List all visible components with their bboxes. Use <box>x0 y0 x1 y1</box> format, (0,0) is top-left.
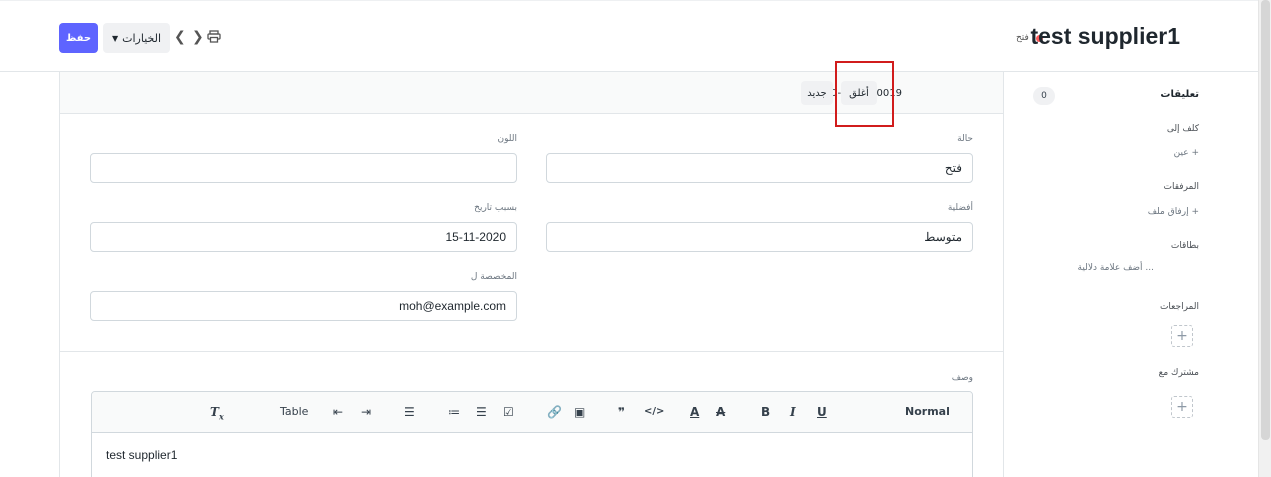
assign-label: كلف إلى <box>1166 124 1199 134</box>
attachments-label: المرفقات <box>1163 182 1199 192</box>
indent-icon[interactable]: ⇥ <box>361 404 371 420</box>
scrollbar-thumb[interactable] <box>1261 0 1270 440</box>
caret-down-icon: ▼ <box>111 33 119 43</box>
image-icon[interactable]: ▣ <box>574 404 585 420</box>
code-icon[interactable]: </> <box>644 404 664 420</box>
underline-icon[interactable]: U <box>817 404 827 420</box>
page-header: حفظ ▼ الخيارات ❮ ❯ فتح test supplier1 <box>0 0 1258 72</box>
outdent-icon[interactable]: ⇤ <box>333 404 343 420</box>
checklist-icon[interactable]: ☑ <box>503 404 514 420</box>
align-icon[interactable]: ☰ <box>404 404 415 420</box>
ordered-list-icon[interactable]: ≔ <box>448 404 460 420</box>
due-date-field[interactable]: 15-11-2020 <box>90 222 517 252</box>
tags-label: بطاقات <box>1170 241 1199 251</box>
plus-icon: + <box>1176 399 1188 415</box>
form-card: ORD-2020-00019 أغلق جديد حالة فتح اللون … <box>59 72 1004 477</box>
chevron-left-icon[interactable]: ❮ <box>174 29 186 45</box>
add-review-button[interactable]: + <box>1171 325 1193 347</box>
heading-dropdown[interactable]: Normal <box>905 404 950 420</box>
assigned-label: المخصصة ل <box>470 272 517 282</box>
italic-icon[interactable]: I <box>790 404 796 420</box>
color-field[interactable] <box>90 153 517 183</box>
plus-icon: + <box>1176 328 1188 344</box>
add-share-button[interactable]: + <box>1171 396 1193 418</box>
chevron-right-icon[interactable]: ❯ <box>192 29 204 45</box>
page: حفظ ▼ الخيارات ❮ ❯ فتح test supplier1 OR… <box>0 0 1271 477</box>
page-scrollbar[interactable] <box>1258 0 1271 477</box>
description-editor[interactable]: Tx Table ⇤ ⇥ ☰ ≔ ☰ ☑ 🔗 ▣ ❞ </> A A B I U… <box>91 391 973 477</box>
actions-label: الخيارات <box>122 31 162 45</box>
actions-button[interactable]: ▼ الخيارات <box>103 23 170 53</box>
editor-toolbar: Tx Table ⇤ ⇥ ☰ ≔ ☰ ☑ 🔗 ▣ ❞ </> A A B I U… <box>92 392 972 433</box>
new-button[interactable]: جديد <box>801 81 833 105</box>
add-tag-link[interactable]: أضف علامة دلالية ... <box>1078 263 1154 273</box>
print-icon[interactable] <box>207 30 221 47</box>
description-label: وصف <box>951 373 973 383</box>
quote-icon[interactable]: ❞ <box>618 404 625 420</box>
clear-format-icon[interactable]: Tx <box>210 404 224 424</box>
priority-field[interactable]: متوسط <box>546 222 973 252</box>
doc-status: فتح <box>1016 33 1029 43</box>
comments-count-badge: 0 <box>1033 87 1055 105</box>
shared-with-label: مشترك مع <box>1158 368 1199 378</box>
editor-content[interactable]: test supplier1 <box>106 448 177 462</box>
text-color-icon[interactable]: A <box>690 404 699 420</box>
highlight-box <box>835 61 894 127</box>
background-color-icon[interactable]: A <box>716 404 725 420</box>
section-divider <box>60 351 1003 352</box>
color-label: اللون <box>497 134 517 144</box>
status-label: حالة <box>957 134 973 144</box>
due-date-label: بسبب تاريخ <box>474 203 517 213</box>
reviews-label: المراجعات <box>1159 302 1199 312</box>
bold-icon[interactable]: B <box>761 404 770 420</box>
priority-label: أفضلية <box>947 203 973 213</box>
link-icon[interactable]: 🔗 <box>547 404 562 420</box>
comments-label: تعليقات <box>1160 89 1199 100</box>
assign-link[interactable]: عين + <box>1174 148 1199 158</box>
page-title: test supplier1 <box>1030 23 1180 49</box>
bullet-list-icon[interactable]: ☰ <box>476 404 487 420</box>
save-button[interactable]: حفظ <box>59 23 98 53</box>
assigned-field[interactable]: moh@example.com <box>90 291 517 321</box>
table-dropdown[interactable]: Table <box>280 404 308 420</box>
attach-file-link[interactable]: إرفاق ملف + <box>1148 207 1199 217</box>
status-field[interactable]: فتح <box>546 153 973 183</box>
